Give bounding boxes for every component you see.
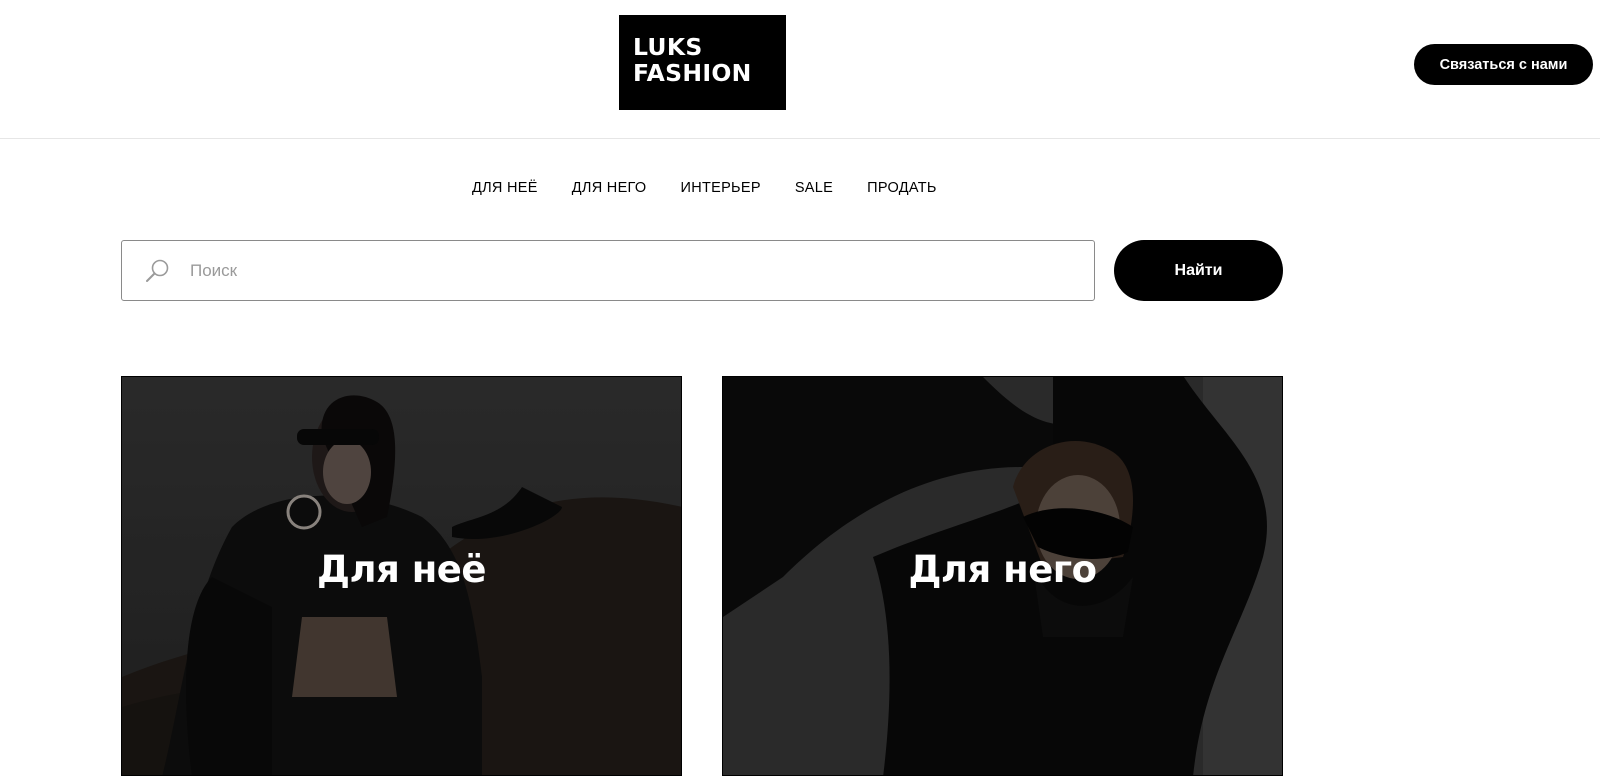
logo-line-1: LUKS [633, 33, 703, 61]
category-card-for-him[interactable]: Для него [722, 376, 1283, 776]
brand-logo[interactable]: LUKS FASHION [619, 15, 786, 110]
logo-line-2: FASHION [633, 59, 752, 87]
site-header: LUKS FASHION Связаться с нами [0, 0, 1600, 139]
search-input[interactable] [188, 250, 1038, 291]
search-button[interactable]: Найти [1114, 240, 1283, 301]
contact-us-button[interactable]: Связаться с нами [1414, 44, 1593, 85]
nav-item-for-him[interactable]: ДЛЯ НЕГО [572, 180, 647, 196]
nav-item-sale[interactable]: SALE [795, 180, 833, 196]
search-icon [142, 256, 172, 286]
category-title-for-her: Для неё [317, 548, 486, 591]
nav-item-sell[interactable]: ПРОДАТЬ [867, 180, 937, 196]
nav-item-for-her[interactable]: ДЛЯ НЕЁ [472, 180, 538, 196]
category-title-for-him: Для него [908, 548, 1097, 591]
search-box [121, 240, 1095, 301]
category-card-for-her[interactable]: Для неё [121, 376, 682, 776]
main-nav: ДЛЯ НЕЁ ДЛЯ НЕГО ИНТЕРЬЕР SALE ПРОДАТЬ [472, 180, 971, 196]
nav-item-interior[interactable]: ИНТЕРЬЕР [680, 180, 760, 196]
